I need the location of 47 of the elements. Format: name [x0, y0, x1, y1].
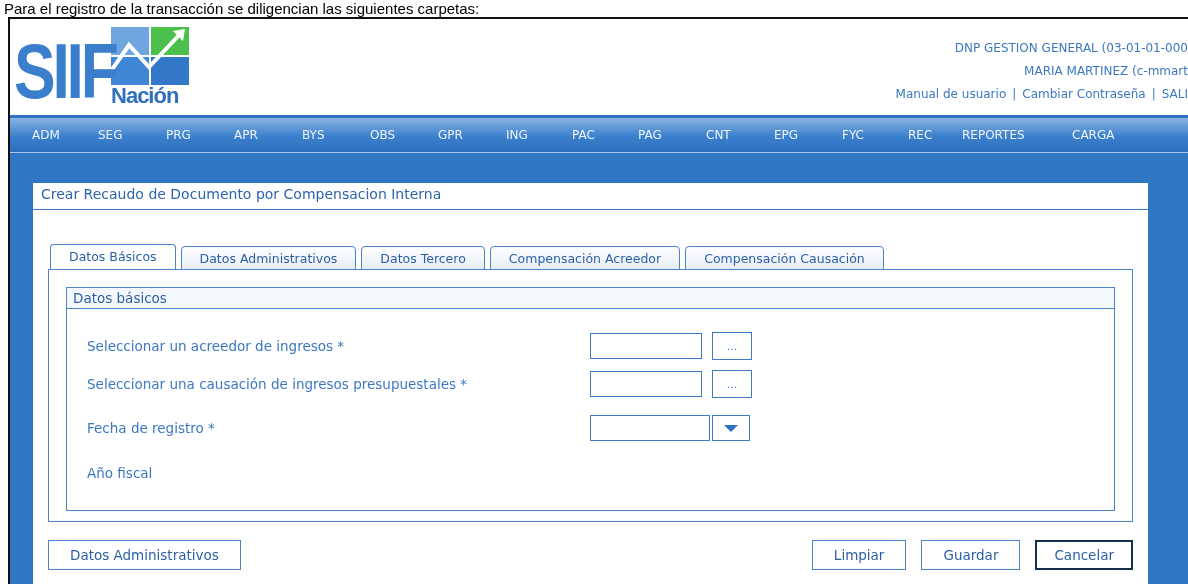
menu-item[interactable]: ING — [484, 128, 550, 142]
section-title: Datos básicos — [67, 288, 1114, 309]
field-label: Año fiscal — [87, 465, 154, 481]
menu-item[interactable]: ADM — [10, 128, 76, 142]
input-field[interactable] — [590, 333, 702, 359]
tab[interactable]: Datos Administrativos — [180, 246, 357, 270]
tab[interactable]: Compensación Causación — [685, 246, 884, 270]
field-label: Seleccionar una causación de ingresos presupuestales * — [87, 376, 469, 392]
header-link[interactable]: SALI — [1161, 87, 1188, 101]
separator-text: | — [1151, 87, 1156, 101]
browse-button[interactable]: ... — [712, 370, 752, 398]
caption-text: Para el registro de la transacción se diligencian las siguientes carpetas: — [3, 0, 481, 17]
field-label: Seleccionar un acreedor de ingresos * — [87, 338, 346, 354]
action-button[interactable]: Limpiar — [811, 540, 907, 570]
caret-icon — [724, 424, 738, 432]
menu-item[interactable]: CARGA — [1050, 128, 1130, 142]
tab[interactable]: Compensación Acreedor — [489, 246, 681, 270]
field-label: Fecha de registro * — [87, 420, 216, 436]
separator-text: | — [1012, 87, 1017, 101]
date-field[interactable] — [590, 415, 710, 441]
action-button[interactable]: Cancelar — [1035, 540, 1133, 570]
organization-text: DNP GESTION GENERAL (03-01-01-000 — [954, 41, 1188, 55]
tab-nav-button[interactable]: Datos Administrativos — [48, 540, 241, 570]
menu-item[interactable]: BYS — [280, 128, 348, 142]
tab[interactable]: Datos Básicos — [50, 244, 176, 270]
menu-item[interactable]: SEG — [76, 128, 144, 142]
menu-item[interactable]: REC — [886, 128, 940, 142]
header-link[interactable]: Cambiar Contraseña — [1022, 87, 1146, 101]
menu-item[interactable]: PAG — [616, 128, 684, 142]
menu-item[interactable]: FYC — [820, 128, 886, 142]
header-link[interactable]: Manual de usuario — [895, 87, 1007, 101]
user-text: MARIA MARTINEZ (c-mmart — [1024, 64, 1188, 78]
menu-item[interactable]: APR — [212, 128, 280, 142]
menu-item[interactable]: EPG — [752, 128, 820, 142]
menu-item[interactable]: CNT — [684, 128, 752, 142]
menu-item[interactable]: PAC — [550, 128, 616, 142]
browse-button[interactable]: ... — [712, 332, 752, 360]
dropdown-button[interactable] — [712, 415, 750, 441]
menu-item[interactable]: OBS — [348, 128, 416, 142]
menu-item[interactable]: REPORTES — [940, 128, 1050, 142]
menu-item[interactable]: PRG — [144, 128, 212, 142]
logo: SIIFNación — [14, 27, 189, 107]
action-button[interactable]: Guardar — [921, 540, 1021, 570]
menu-item[interactable]: GPR — [416, 128, 484, 142]
tab[interactable]: Datos Tercero — [361, 246, 485, 270]
panel-title: Crear Recaudo de Documento por Compensacion Interna — [33, 183, 1148, 210]
input-field[interactable] — [590, 371, 702, 397]
